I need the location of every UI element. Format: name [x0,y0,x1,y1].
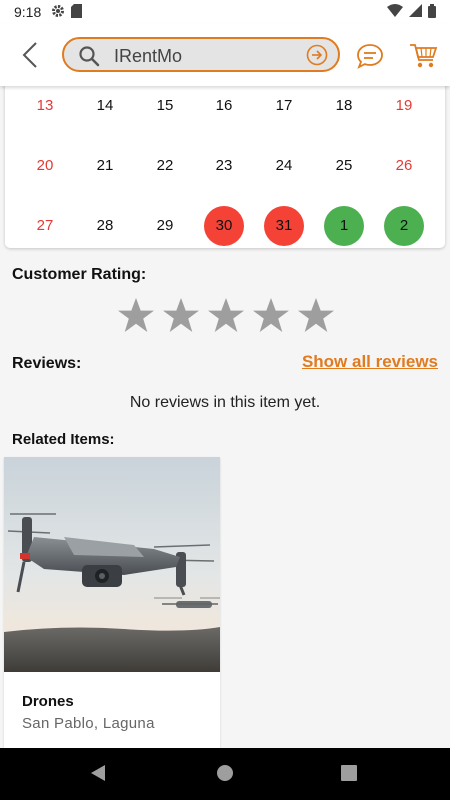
battery-icon [428,3,436,21]
calendar-day[interactable]: 29 [145,206,185,246]
calendar-day[interactable]: 23 [204,146,244,186]
calendar-day[interactable]: 26 [384,146,424,186]
calendar-day[interactable]: 14 [85,86,125,126]
calendar-week-row: 20 21 22 23 24 25 26 [5,146,445,186]
reviews-title: Reviews: [12,355,82,372]
no-reviews-text: No reviews in this item yet. [129,394,321,411]
chat-bubble-icon [357,44,383,69]
calendar-day[interactable]: 30 [204,206,244,246]
calendar-day[interactable]: 20 [25,146,65,186]
show-all-reviews-link[interactable]: Show all reviews [302,352,438,372]
status-time: 9:18 [14,4,42,20]
calendar-day[interactable]: 28 [85,206,125,246]
availability-calendar: 13 14 15 16 17 18 19 20 21 22 23 24 25 26 27 28 29 30 31 1 2 [5,70,445,248]
back-triangle-icon[interactable] [89,764,107,787]
star-icon[interactable] [161,296,201,336]
related-item-name: Drones [22,693,74,710]
search-box[interactable] [62,37,340,72]
calendar-day[interactable]: 13 [25,86,65,126]
cart-button[interactable] [408,40,438,75]
calendar-day[interactable]: 31 [264,206,304,246]
rating-stars [116,296,336,340]
drone-photo [4,457,220,672]
calendar-day[interactable]: 2 [384,206,424,246]
related-item-card[interactable]: Drones San Pablo, Laguna [4,457,220,748]
system-nav-bar [0,748,450,800]
calendar-day[interactable]: 22 [145,146,185,186]
search-submit-button[interactable] [306,44,328,71]
calendar-day[interactable]: 24 [264,146,304,186]
star-icon[interactable] [116,296,156,336]
chat-button[interactable] [356,42,384,75]
search-icon [78,45,100,72]
calendar-day[interactable]: 15 [145,86,185,126]
related-item-location: San Pablo, Laguna [22,715,155,732]
cart-icon [410,44,438,68]
search-input[interactable] [112,42,306,70]
calendar-day[interactable]: 17 [264,86,304,126]
calendar-day[interactable]: 18 [324,86,364,126]
calendar-day[interactable]: 21 [85,146,125,186]
app-bar [0,24,450,86]
star-icon[interactable] [296,296,336,336]
calendar-day[interactable]: 16 [204,86,244,126]
arrow-circle-right-icon [306,44,328,66]
star-icon[interactable] [206,296,246,336]
calendar-day[interactable]: 27 [25,206,65,246]
status-bar: 9:18 [0,0,450,24]
calendar-week-row: 13 14 15 16 17 18 19 [5,86,445,126]
gear-icon [51,4,65,21]
home-circle-icon[interactable] [216,764,234,787]
calendar-week-row: 27 28 29 30 31 1 2 [5,206,445,246]
calendar-day[interactable]: 25 [324,146,364,186]
recents-square-icon[interactable] [341,764,357,787]
wifi-icon [387,4,403,20]
customer-rating-title: Customer Rating: [12,266,147,283]
related-items-title: Related Items: [12,431,115,448]
star-icon[interactable] [251,296,291,336]
signal-icon [409,4,422,20]
calendar-day[interactable]: 1 [324,206,364,246]
back-button[interactable] [16,38,46,72]
sd-card-icon [71,3,83,21]
calendar-day[interactable]: 19 [384,86,424,126]
back-chevron-icon [22,42,37,68]
